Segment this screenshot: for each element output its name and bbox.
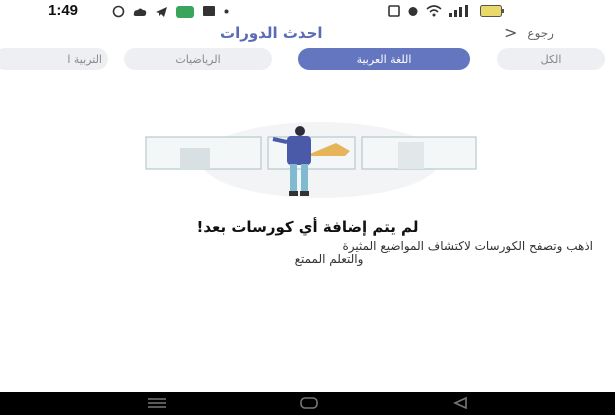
back-button[interactable]: رجوع < <box>504 23 554 42</box>
description-line-2: والتعلم الممتع <box>294 252 364 266</box>
window-panel-right <box>361 136 477 170</box>
nfc-icon <box>388 5 400 17</box>
alarm-icon <box>408 7 418 16</box>
tab-mathematics[interactable]: الرياضيات <box>124 48 272 70</box>
window-panel-left <box>145 136 262 170</box>
tab-education[interactable]: التربية ا <box>0 48 108 70</box>
tab-label: اللغة العربية <box>356 52 412 66</box>
home-icon[interactable] <box>298 396 320 410</box>
battery-icon <box>480 5 504 17</box>
status-bar: 1:49 <box>0 0 615 24</box>
telegram-icon <box>156 6 167 17</box>
whatsapp-icon <box>112 5 125 18</box>
cloud-icon <box>133 8 147 16</box>
tab-all[interactable]: الكل <box>497 48 605 70</box>
tab-label: التربية ا <box>67 52 102 66</box>
back-label: رجوع <box>527 26 554 40</box>
menu-icon[interactable] <box>146 396 168 410</box>
tab-label: الرياضيات <box>175 52 221 66</box>
empty-state-illustration <box>145 122 477 198</box>
system-icons <box>388 5 504 17</box>
wifi-icon <box>426 5 442 17</box>
tab-arabic-language[interactable]: اللغة العربية <box>298 48 470 70</box>
notification-icons <box>112 5 229 18</box>
tab-label: الكل <box>540 52 562 66</box>
system-navbar <box>0 392 615 415</box>
page-title: احدث الدورات <box>220 24 323 42</box>
cup-icon <box>203 6 215 16</box>
description-line-1: اذهب وتصفح الكورسات لاكتشاف المواضيع الم… <box>342 239 593 253</box>
empty-state-heading: لم يتم إضافة أي كورسات بعد! <box>196 218 419 236</box>
category-tabs: الكل اللغة العربية الرياضيات التربية ا <box>0 48 615 72</box>
dot-icon <box>224 9 229 14</box>
signal-icon <box>449 5 468 17</box>
app-badge-icon <box>176 5 194 18</box>
empty-state-description: اذهب وتصفح الكورسات لاكتشاف المواضيع الم… <box>25 240 593 266</box>
status-time: 1:49 <box>48 2 79 19</box>
back-icon[interactable] <box>450 396 472 410</box>
chevron-left-icon: < <box>504 23 518 42</box>
app-header: احدث الدورات رجوع < <box>0 24 615 44</box>
